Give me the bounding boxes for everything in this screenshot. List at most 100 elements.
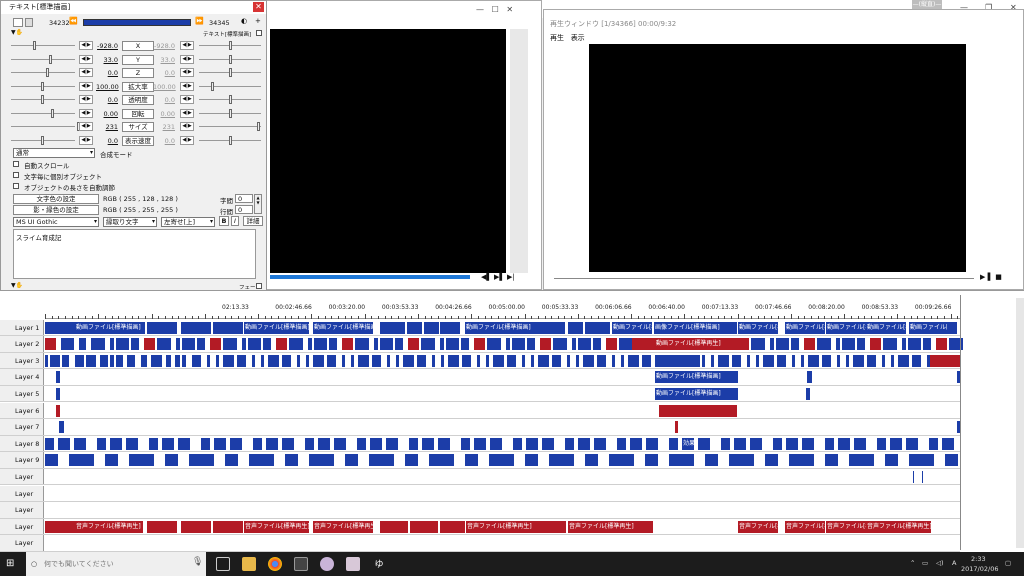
dialog-close-icon[interactable]: ✕: [253, 2, 264, 12]
fade-enable-checkbox[interactable]: [256, 283, 262, 289]
timeline-clip[interactable]: [192, 354, 201, 367]
microphone-icon[interactable]: 🎙: [192, 557, 203, 567]
auto-length-checkbox[interactable]: [13, 183, 19, 189]
timeline-clip[interactable]: [182, 354, 186, 367]
text-content-area[interactable]: スライム育成記: [13, 229, 256, 279]
timeline-clip[interactable]: [197, 338, 205, 351]
param-button[interactable]: サイズ: [122, 122, 154, 132]
timeline-clip[interactable]: [216, 354, 219, 367]
timeline-clip[interactable]: [97, 437, 106, 450]
timeline-clip[interactable]: [645, 454, 658, 467]
timeline-scrollbar[interactable]: [1016, 298, 1024, 548]
timeline-clip[interactable]: [329, 338, 337, 351]
timeline-clip[interactable]: [189, 454, 214, 467]
chrome-icon[interactable]: [268, 557, 282, 571]
timeline-clip[interactable]: [729, 454, 754, 467]
per-char-checkbox[interactable]: [13, 172, 19, 178]
timeline-clip[interactable]: [50, 354, 60, 367]
timeline-clip[interactable]: [883, 338, 897, 351]
timeline-clip[interactable]: [276, 338, 287, 351]
tray-time[interactable]: 2:33: [971, 555, 986, 563]
timeline-clip[interactable]: [380, 321, 405, 334]
timeline-clip[interactable]: [327, 354, 336, 367]
timeline-clip[interactable]: [578, 338, 591, 351]
timeline-clip[interactable]: [345, 454, 358, 467]
timeline-clip[interactable]: [945, 454, 958, 467]
timeline-clip[interactable]: [149, 437, 158, 450]
timeline-clip[interactable]: [407, 321, 422, 334]
timeline-clip[interactable]: [750, 437, 762, 450]
timeline-layer[interactable]: Layer 5 動画ファイル[標準描画]: [0, 385, 960, 403]
param-slider-left[interactable]: [11, 54, 75, 64]
window-controls[interactable]: — ☐ ✕: [476, 5, 513, 14]
timeline-clip[interactable]: 動画ファイル[標準描画]: [785, 321, 825, 334]
timeline-clip[interactable]: 動画ファイル[標準再生]: [655, 338, 738, 351]
timeline-clip[interactable]: [355, 338, 369, 351]
param-slider-right[interactable]: [199, 95, 261, 104]
timeline-clip[interactable]: [789, 454, 814, 467]
timeline-clip[interactable]: [902, 338, 906, 351]
param-button[interactable]: 回転: [122, 108, 154, 119]
timeline-clip[interactable]: [721, 437, 730, 450]
timeline-clip[interactable]: [440, 321, 460, 334]
timeline-clip[interactable]: [527, 338, 535, 351]
timeline-clip[interactable]: 動画ファイル[標準描画]: [866, 321, 906, 334]
timeline-layer[interactable]: Layer 6: [0, 402, 960, 419]
timeline-clip[interactable]: [162, 437, 174, 450]
timeline-clip[interactable]: [147, 520, 177, 533]
timeline-layer[interactable]: Layer 9: [0, 452, 960, 469]
timeline-clip[interactable]: [421, 338, 435, 351]
tray-ime[interactable]: A: [952, 559, 956, 567]
param-slider-left[interactable]: [11, 135, 75, 145]
timeline-clip[interactable]: [105, 454, 118, 467]
camera-icon[interactable]: ◐: [241, 17, 247, 25]
timeline-clip[interactable]: [424, 321, 439, 334]
timeline-clip[interactable]: [386, 437, 398, 450]
timeline-clip[interactable]: [837, 354, 840, 367]
timeline-clip[interactable]: [836, 338, 840, 351]
timeline-clip[interactable]: [568, 321, 583, 334]
timeline-clip[interactable]: [711, 354, 714, 367]
param-slider-right[interactable]: [199, 54, 261, 64]
timeline-clip[interactable]: [474, 437, 486, 450]
param-slider-right[interactable]: [199, 68, 261, 77]
timeline-clip[interactable]: [930, 354, 960, 367]
timeline-clip[interactable]: [540, 338, 551, 351]
timeline-clip[interactable]: [100, 354, 108, 367]
bold-button[interactable]: B: [219, 216, 229, 226]
task-view-icon[interactable]: [216, 557, 230, 571]
param-value[interactable]: 0.0: [96, 137, 118, 145]
param-value-end[interactable]: 0.0: [153, 137, 175, 145]
timeline-clip[interactable]: [237, 354, 246, 367]
param-value[interactable]: 0.0: [96, 96, 118, 104]
param-slider-left[interactable]: [11, 108, 75, 118]
timeline-clip[interactable]: [465, 454, 478, 467]
timeline-clip[interactable]: [440, 520, 465, 533]
timeline-clip[interactable]: 動画ファイル[標準描画]: [612, 321, 652, 334]
timeline-clip[interactable]: [526, 437, 538, 450]
char-spacing-input[interactable]: 0: [235, 194, 253, 203]
timeline-clip[interactable]: [308, 338, 312, 351]
timeline-layer[interactable]: Layer 3: [0, 352, 960, 370]
timeline-clip[interactable]: [817, 338, 831, 351]
timeline-clip[interactable]: [59, 421, 64, 434]
timeline-clip[interactable]: [45, 520, 75, 533]
frame-icon-2[interactable]: [25, 18, 33, 27]
timeline-clip[interactable]: [477, 354, 480, 367]
timeline-clip[interactable]: [490, 437, 502, 450]
param-value-end[interactable]: 231: [153, 123, 175, 131]
collapse-icon[interactable]: ▼✋: [11, 29, 23, 36]
timeline-clip[interactable]: [922, 470, 923, 483]
app-icon-1[interactable]: [320, 557, 334, 571]
layer-name[interactable]: Layer 12: [0, 502, 44, 530]
timeline-clip[interactable]: [263, 338, 271, 351]
timeline-clip[interactable]: [62, 354, 69, 367]
param-arrows-right[interactable]: ◀|▶: [180, 122, 194, 131]
timeline-clip[interactable]: [242, 338, 246, 351]
timeline-clip[interactable]: [372, 354, 381, 367]
timeline-clip[interactable]: [342, 354, 345, 367]
timeline-clip[interactable]: [630, 437, 642, 450]
timeline-clip[interactable]: [909, 454, 934, 467]
timeline-clip[interactable]: [110, 338, 114, 351]
timeline-clip[interactable]: [91, 338, 105, 351]
